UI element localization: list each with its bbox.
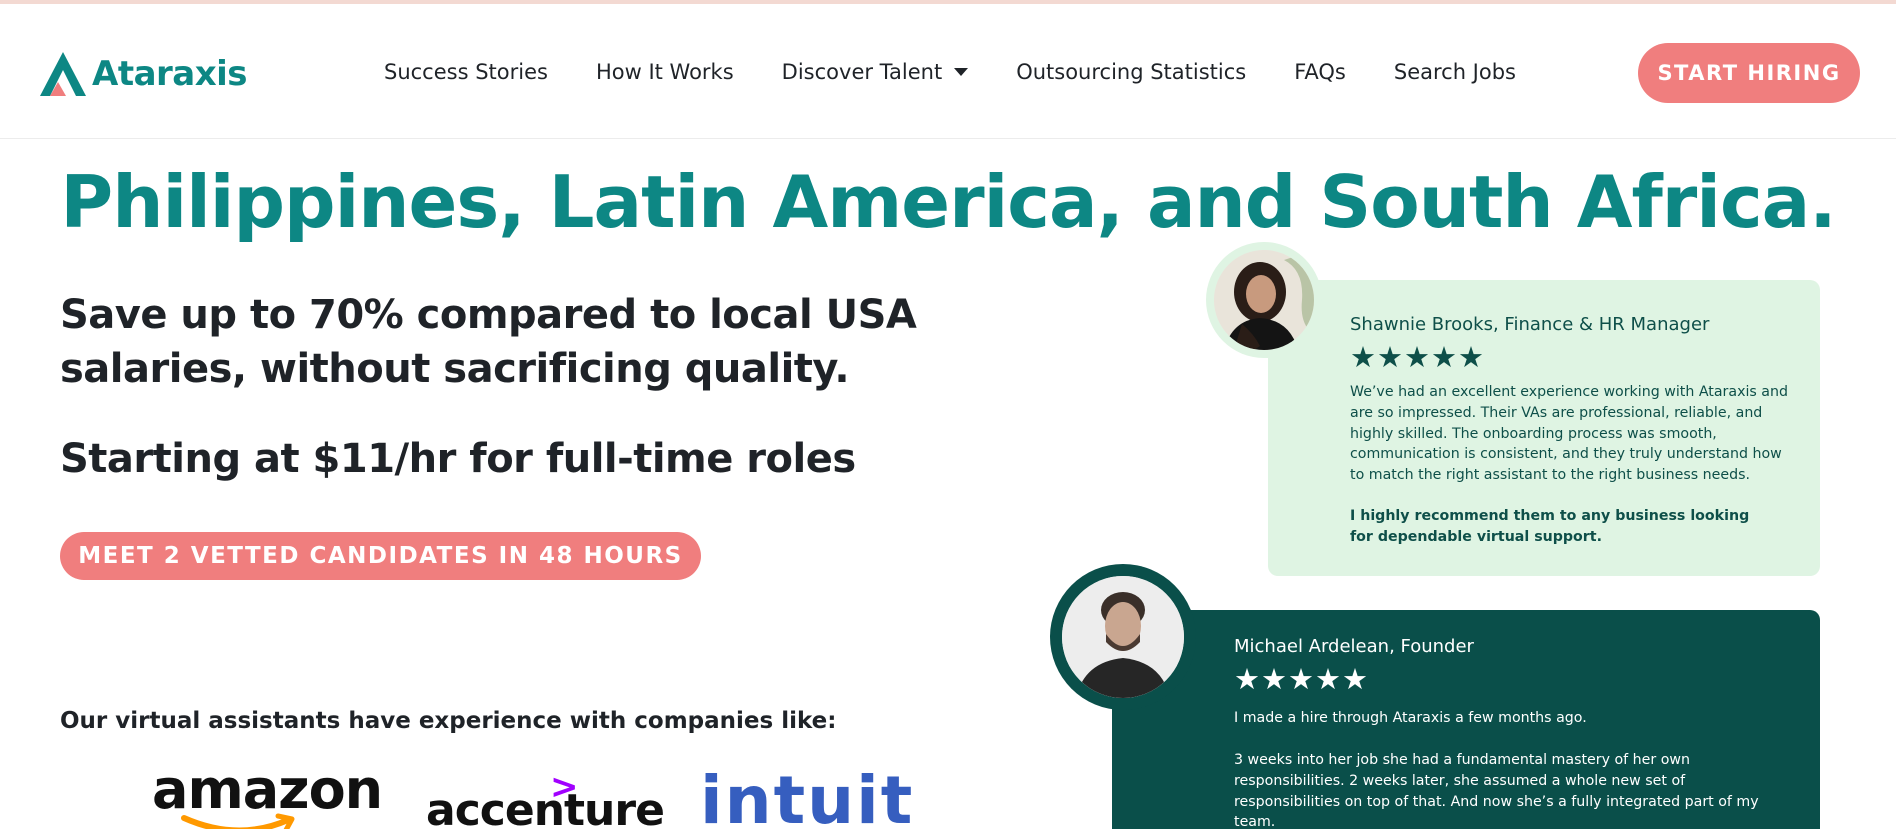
- testimonial-quote-highlight: I highly recommend them to any business …: [1350, 508, 1750, 545]
- site-header: Ataraxis Success Stories How It Works Di…: [0, 4, 1896, 139]
- nav-outsourcing-statistics[interactable]: Outsourcing Statistics: [1016, 60, 1246, 84]
- nav-label: FAQs: [1294, 60, 1346, 84]
- brand-logo[interactable]: Ataraxis: [36, 48, 248, 100]
- star-rating-icon: ★★★★★: [1350, 342, 1485, 374]
- nav-label: Success Stories: [384, 60, 548, 84]
- brand-name: Ataraxis: [92, 54, 248, 94]
- avatar: [1062, 576, 1184, 698]
- nav-label: Outsourcing Statistics: [1016, 60, 1247, 84]
- accenture-logo: accenture: [426, 785, 665, 829]
- hero-headline: Philippines, Latin America, and South Af…: [60, 160, 1836, 244]
- testimonial-author: Michael Ardelean, Founder: [1234, 636, 1474, 657]
- nav-label: How It Works: [595, 60, 734, 84]
- amazon-smile-icon: [181, 813, 295, 829]
- nav-label: Discover Talent: [781, 60, 943, 84]
- testimonial-author: Shawnie Brooks, Finance & HR Manager: [1350, 314, 1710, 335]
- testimonial-quote: We’ve had an excellent experience workin…: [1350, 384, 1789, 484]
- nav-label: Search Jobs: [1393, 60, 1516, 84]
- hero-subhead: Save up to 70% compared to local USA sal…: [60, 292, 917, 392]
- testimonial-quote: 3 weeks into her job she had a fundament…: [1234, 752, 1759, 829]
- nav-how-it-works[interactable]: How It Works: [596, 60, 734, 84]
- intuit-logo: intuit: [700, 762, 915, 829]
- companies-label: Our virtual assistants have experience w…: [60, 708, 837, 734]
- testimonial-quote: I made a hire through Ataraxis a few mon…: [1234, 710, 1587, 726]
- ataraxis-logo-icon: [40, 52, 86, 96]
- nav-success-stories[interactable]: Success Stories: [384, 60, 548, 84]
- testimonial-card: Michael Ardelean, Founder ★★★★★ I made a…: [1112, 610, 1820, 829]
- avatar: [1214, 250, 1314, 350]
- star-rating-icon: ★★★★★: [1234, 664, 1369, 696]
- nav-discover-talent[interactable]: Discover Talent: [782, 60, 969, 84]
- person-icon: [1214, 250, 1314, 350]
- nav-faqs[interactable]: FAQs: [1294, 60, 1346, 84]
- chevron-down-icon: [954, 68, 969, 76]
- start-hiring-button[interactable]: START HIRING: [1638, 43, 1860, 103]
- person-icon: [1062, 576, 1184, 698]
- hero-price-line: Starting at $11/hr for full-time roles: [60, 436, 856, 482]
- amazon-logo: amazon: [152, 758, 383, 821]
- main-nav: Success Stories How It Works Discover Ta…: [384, 60, 1564, 84]
- testimonial-card: Shawnie Brooks, Finance & HR Manager ★★★…: [1268, 280, 1820, 576]
- meet-candidates-button[interactable]: MEET 2 VETTED CANDIDATES IN 48 HOURS: [60, 532, 701, 580]
- nav-search-jobs[interactable]: Search Jobs: [1394, 60, 1516, 84]
